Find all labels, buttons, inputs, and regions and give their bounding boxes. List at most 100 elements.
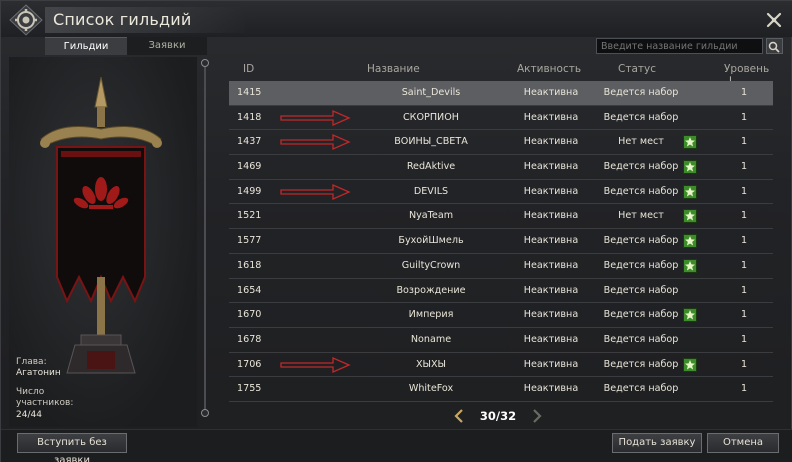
guild-level: 1	[741, 383, 748, 395]
guild-id: 1437	[237, 136, 262, 148]
guild-name: Империя	[408, 309, 454, 321]
guild-status: Нет мест	[618, 136, 664, 148]
guild-activity: Неактивна	[523, 358, 579, 370]
table-row[interactable]: 1469 RedAktive Неактивна Ведется набор 1	[229, 155, 773, 180]
search-button[interactable]	[766, 38, 783, 54]
gear-icon	[9, 4, 43, 36]
guild-id: 1521	[237, 210, 262, 222]
guild-name: ХЫХЫ	[415, 358, 447, 370]
guild-activity: Неактивна	[523, 210, 579, 222]
guild-activity: Неактивна	[523, 235, 579, 247]
pager: 30/32	[451, 407, 547, 425]
table-row[interactable]: 1706 ХЫХЫ Неактивна Ведется набор 1	[229, 353, 773, 378]
guild-level: 1	[741, 309, 748, 321]
guild-level: 1	[741, 259, 748, 271]
guild-level: 1	[741, 235, 748, 247]
guild-search-input[interactable]	[596, 38, 763, 54]
table-row[interactable]: 1521 NyaTeam Неактивна Нет мест 1	[229, 204, 773, 230]
guild-status: Ведется набор	[603, 235, 679, 247]
guild-name: Saint_Devils	[401, 87, 461, 98]
guild-name: WhiteFox	[408, 383, 454, 395]
leader-label: Глава:	[16, 357, 47, 367]
guild-id: 1670	[237, 309, 262, 321]
table-row[interactable]: 1654 Возрождение Неактивна Ведется набор 1	[229, 279, 773, 304]
table-row[interactable]: 1678 Noname Неактивна Ведется набор 1	[229, 328, 773, 353]
red-arrow-annotation-icon	[280, 134, 351, 151]
guild-status: Ведется набор	[603, 284, 679, 296]
scrollbar-bottom-knob[interactable]	[201, 409, 209, 417]
guild-name: DEVILS	[413, 185, 449, 197]
table-row[interactable]: 1577 БухойШмель Неактивна Ведется набор 1	[229, 229, 773, 254]
guild-name: Возрождение	[396, 284, 466, 296]
search-icon	[768, 41, 780, 53]
close-icon[interactable]	[765, 11, 783, 29]
guild-name: СКОРПИОН	[402, 111, 459, 123]
table-row[interactable]: 1418 СКОРПИОН Неактивна Ведется набор 1	[229, 106, 773, 131]
guild-id: 1577	[237, 235, 262, 247]
recommended-star-icon	[683, 209, 697, 224]
guild-activity: Неактивна	[523, 259, 579, 271]
guild-level: 1	[741, 210, 748, 222]
guild-id: 1755	[237, 383, 262, 395]
guild-activity: Неактивна	[523, 87, 579, 98]
page-indicator: 30/32	[479, 409, 517, 423]
guild-status: Ведется набор	[603, 161, 679, 173]
cancel-button[interactable]: Отмена	[707, 433, 779, 453]
table-row[interactable]: 1618 GuiltyCrown Неактивна Ведется набор 1	[229, 254, 773, 279]
guild-status: Ведется набор	[603, 185, 679, 197]
guild-activity: Неактивна	[523, 309, 579, 321]
recommended-star-icon	[683, 184, 697, 199]
column-header-level-label: Уровень	[724, 63, 770, 75]
column-header-name[interactable]: Название	[367, 63, 420, 75]
guild-level: 1	[741, 111, 748, 123]
table-row[interactable]: 1499 DEVILS Неактивна Ведется набор 1	[229, 180, 773, 205]
guild-status: Нет мест	[618, 210, 664, 222]
table-row[interactable]: 1670 Империя Неактивна Ведется набор 1	[229, 303, 773, 328]
guild-name: ВОИНЫ_СВЕТА	[394, 136, 468, 148]
recommended-star-icon	[683, 160, 697, 175]
guild-status: Ведется набор	[603, 111, 679, 123]
table-row[interactable]: 1755 WhiteFox Неактивна Ведется набор 1	[229, 377, 773, 402]
guild-level: 1	[741, 358, 748, 370]
guild-level: 1	[741, 284, 748, 296]
guild-name: NyaTeam	[408, 210, 454, 222]
guild-id: 1469	[237, 161, 262, 173]
window-title: Список гильдий	[53, 10, 192, 29]
column-header-status[interactable]: Статус	[618, 63, 656, 75]
tab-bar: Гильдии Заявки	[45, 37, 207, 55]
scrollbar-top-knob[interactable]	[201, 59, 209, 67]
guild-name: RedAktive	[406, 161, 456, 173]
guild-name: Noname	[410, 333, 452, 345]
column-header-activity[interactable]: Активность	[517, 63, 581, 75]
table-row[interactable]: 1437 ВОИНЫ_СВЕТА Неактивна Нет мест 1	[229, 130, 773, 156]
red-arrow-annotation-icon	[280, 183, 351, 200]
recommended-star-icon	[683, 258, 697, 273]
guild-status: Ведется набор	[603, 87, 679, 98]
guild-banner-icon	[40, 77, 162, 374]
tab-guilds[interactable]: Гильдии	[45, 37, 127, 55]
guild-id: 1499	[237, 185, 262, 197]
recommended-star-icon	[683, 357, 697, 372]
guild-activity: Неактивна	[523, 333, 579, 345]
scrollbar-track[interactable]	[204, 63, 206, 415]
column-header-id[interactable]: ID	[243, 63, 254, 75]
guild-level: 1	[741, 185, 748, 197]
submit-application-button[interactable]: Подать заявку	[612, 433, 702, 453]
next-page-icon[interactable]	[531, 408, 543, 424]
guild-activity: Неактивна	[523, 111, 579, 123]
guild-name: БухойШмель	[398, 235, 464, 247]
guild-list-window: Список гильдий Гильдии Заявки Введите на…	[0, 0, 792, 462]
guild-level: 1	[741, 87, 748, 98]
guild-table: 1415 Saint_Devils Неактивна Ведется набор 1 1…	[229, 81, 773, 402]
guild-activity: Неактивна	[523, 185, 579, 197]
table-row[interactable]: 1415 Saint_Devils Неактивна Ведется набор 1	[229, 81, 773, 106]
prev-page-icon[interactable]	[453, 408, 465, 424]
red-arrow-annotation-icon	[280, 109, 351, 126]
guild-id: 1415	[237, 87, 262, 98]
guild-activity: Неактивна	[523, 161, 579, 173]
guild-status: Ведется набор	[603, 358, 679, 370]
guild-level: 1	[741, 136, 748, 148]
red-arrow-annotation-icon	[280, 356, 351, 373]
tab-applications[interactable]: Заявки	[127, 37, 207, 55]
join-without-application-button[interactable]: Вступить без заявки	[17, 433, 127, 462]
